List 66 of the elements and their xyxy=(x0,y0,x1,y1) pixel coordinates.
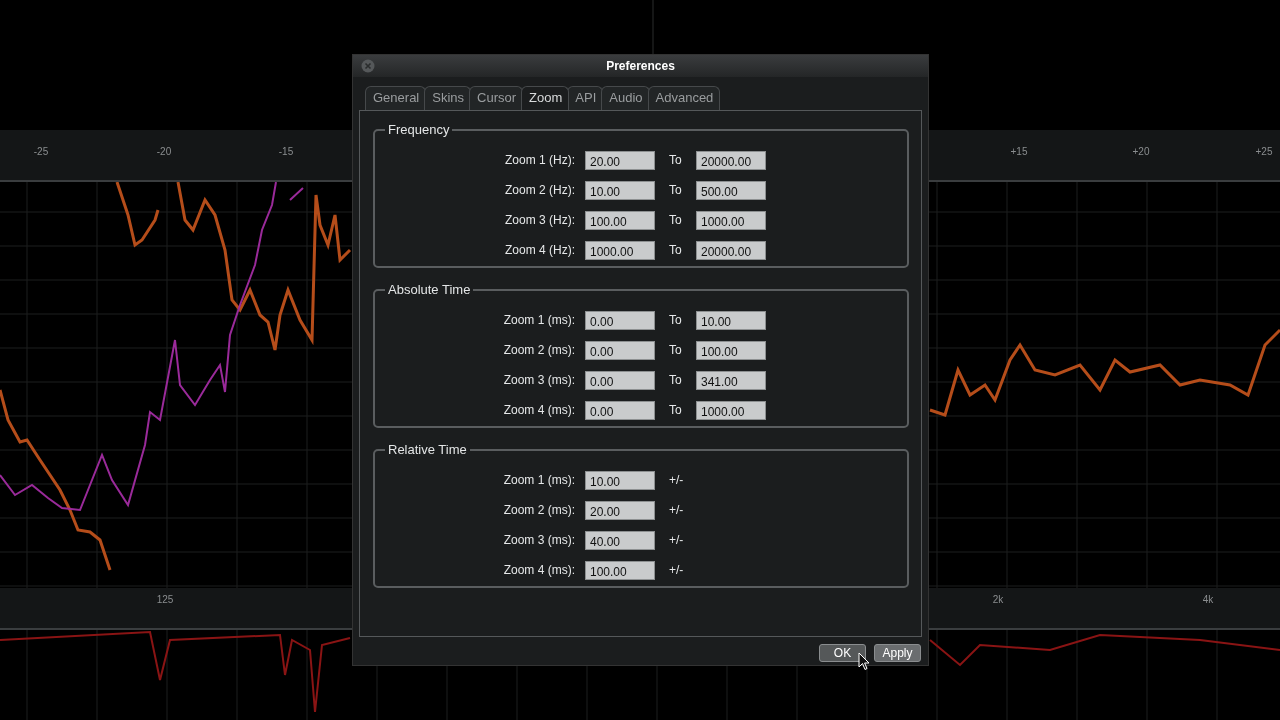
mouse-cursor-icon xyxy=(858,652,870,671)
input-field[interactable]: 500.00 xyxy=(696,180,766,200)
tab[interactable]: Advanced xyxy=(647,86,721,110)
tab[interactable]: API xyxy=(567,86,604,110)
input-field[interactable]: 0.00 xyxy=(585,340,655,360)
field-label: Zoom 3 (Hz): xyxy=(504,212,576,229)
axis-label: +25 xyxy=(1255,145,1273,159)
input-field[interactable]: 10.00 xyxy=(585,470,655,490)
input-field[interactable]: 20.00 xyxy=(585,500,655,520)
axis-label: -25 xyxy=(33,145,49,159)
tolerance-label: +/- xyxy=(668,502,685,519)
field-label: Zoom 1 (ms): xyxy=(502,312,576,329)
input-field[interactable]: 1000.00 xyxy=(585,240,655,260)
close-icon[interactable] xyxy=(361,59,375,73)
axis-label: 125 xyxy=(156,593,174,607)
dialog-button[interactable]: Apply xyxy=(874,644,921,662)
range-separator: To xyxy=(668,372,683,389)
field-label: Zoom 2 (ms): xyxy=(502,342,576,359)
axis-label: +15 xyxy=(1010,145,1028,159)
range-separator: To xyxy=(668,312,683,329)
range-separator: To xyxy=(668,182,683,199)
field-label: Zoom 2 (ms): xyxy=(502,502,576,519)
input-field[interactable]: 0.00 xyxy=(585,310,655,330)
axis-label: -20 xyxy=(156,145,172,159)
input-field[interactable]: 341.00 xyxy=(696,370,766,390)
input-field[interactable]: 10.00 xyxy=(696,310,766,330)
tolerance-label: +/- xyxy=(668,532,685,549)
range-separator: To xyxy=(668,342,683,359)
range-separator: To xyxy=(668,212,683,229)
input-field[interactable]: 1000.00 xyxy=(696,210,766,230)
input-field[interactable]: 1000.00 xyxy=(696,400,766,420)
field-label: Zoom 1 (Hz): xyxy=(504,152,576,169)
input-field[interactable]: 100.00 xyxy=(585,210,655,230)
input-field[interactable]: 0.00 xyxy=(585,370,655,390)
range-separator: To xyxy=(668,152,683,169)
tolerance-label: +/- xyxy=(668,562,685,579)
input-field[interactable]: 20000.00 xyxy=(696,150,766,170)
window-title: Preferences xyxy=(606,58,675,75)
axis-label: 2k xyxy=(992,593,1004,607)
dialog-button[interactable]: OK xyxy=(819,644,866,662)
field-label: Zoom 4 (Hz): xyxy=(504,242,576,259)
tolerance-label: +/- xyxy=(668,472,685,489)
axis-label: +20 xyxy=(1132,145,1150,159)
input-field[interactable]: 100.00 xyxy=(696,340,766,360)
axis-label: 4k xyxy=(1202,593,1214,607)
tab[interactable]: Audio xyxy=(601,86,650,110)
tab[interactable]: Zoom xyxy=(521,86,570,110)
input-field[interactable]: 40.00 xyxy=(585,530,655,550)
input-field[interactable]: 10.00 xyxy=(585,180,655,200)
field-label: Zoom 4 (ms): xyxy=(502,402,576,419)
group-title: Frequency xyxy=(385,122,453,138)
input-field[interactable]: 100.00 xyxy=(585,560,655,580)
range-separator: To xyxy=(668,242,683,259)
tab[interactable]: Skins xyxy=(424,86,472,110)
input-field[interactable]: 20.00 xyxy=(585,150,655,170)
input-field[interactable]: 0.00 xyxy=(585,400,655,420)
field-label: Zoom 1 (ms): xyxy=(502,472,576,489)
tab[interactable]: General xyxy=(365,86,427,110)
input-field[interactable]: 20000.00 xyxy=(696,240,766,260)
axis-label: -15 xyxy=(278,145,294,159)
field-label: Zoom 3 (ms): xyxy=(502,372,576,389)
field-label: Zoom 3 (ms): xyxy=(502,532,576,549)
field-label: Zoom 2 (Hz): xyxy=(504,182,576,199)
tab[interactable]: Cursor xyxy=(469,86,524,110)
range-separator: To xyxy=(668,402,683,419)
field-label: Zoom 4 (ms): xyxy=(502,562,576,579)
